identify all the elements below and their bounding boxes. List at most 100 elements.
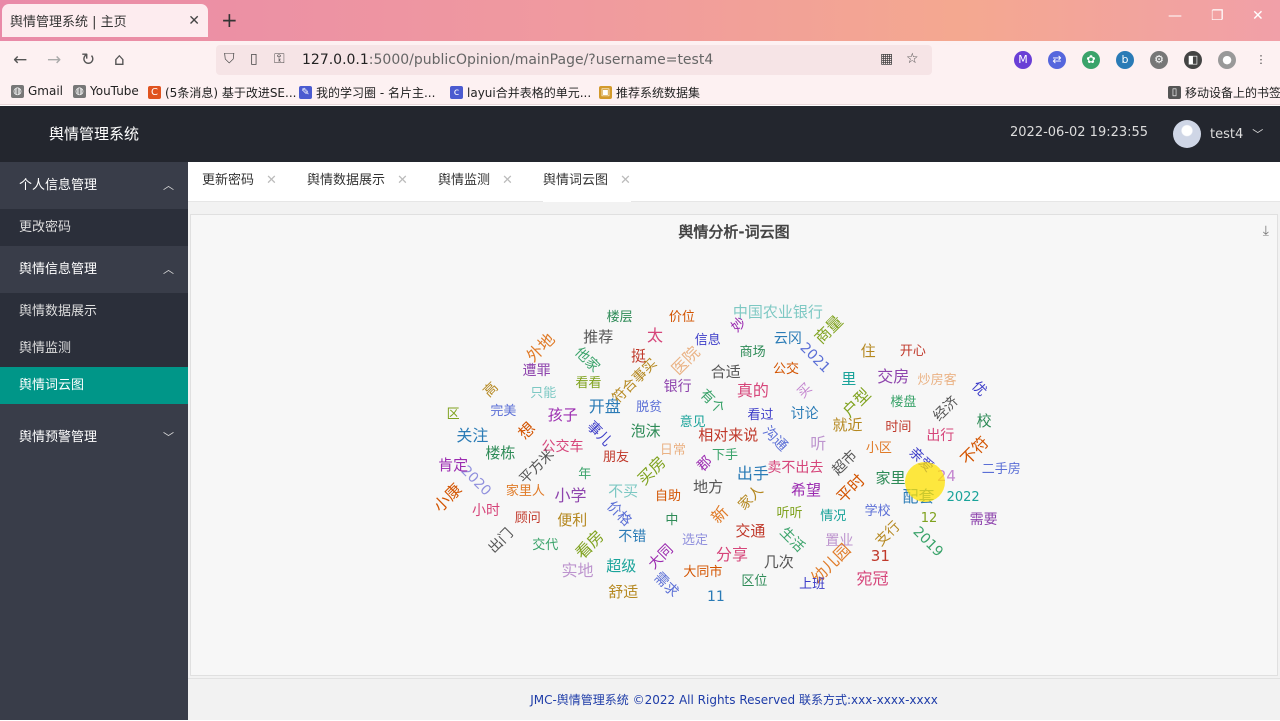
- bookmark-csdn[interactable]: C (5条消息) 基于改进SE...: [148, 84, 296, 101]
- word-17: 朋友: [602, 449, 629, 465]
- word-86: 住: [860, 342, 876, 361]
- profile-icon[interactable]: ●: [1218, 51, 1236, 69]
- chevron-down-icon: ﹀: [1252, 128, 1264, 141]
- extension-m-icon[interactable]: M: [1014, 51, 1032, 69]
- sidebar-group-opinion[interactable]: 舆情信息管理 ︿: [0, 246, 188, 293]
- word-88: 遭罪: [522, 363, 551, 380]
- word-30: 年: [578, 466, 592, 482]
- sidebar-item-data-display[interactable]: 舆情数据展示: [0, 293, 188, 330]
- word-3: 出手: [736, 463, 769, 483]
- word-69: 看房: [571, 526, 608, 563]
- bookmark-dataset[interactable]: ▣ 推荐系统数据集: [599, 84, 700, 101]
- minimize-icon[interactable]: —: [1168, 8, 1182, 24]
- word-75: 他家: [571, 344, 603, 376]
- sidebar-item-wordcloud[interactable]: 舆情词云图: [0, 367, 188, 404]
- restore-icon[interactable]: ❐: [1211, 8, 1224, 24]
- word-93: 关注: [456, 426, 489, 446]
- word-13: 听: [810, 434, 827, 454]
- menu-dots-icon[interactable]: ⋮: [1252, 51, 1270, 69]
- tab-data-display[interactable]: 舆情数据展示 ✕: [307, 162, 408, 202]
- word-18: 讨论: [790, 406, 819, 423]
- tab-monitor[interactable]: 舆情监测 ✕: [438, 162, 513, 202]
- tab-wordcloud[interactable]: 舆情词云图 ✕: [543, 162, 631, 202]
- tab-label: 舆情监测: [438, 173, 491, 188]
- chart-title: 舆情分析-词云图: [678, 223, 790, 241]
- close-icon[interactable]: ✕: [502, 173, 513, 188]
- close-icon[interactable]: ✕: [397, 173, 408, 188]
- word-23: 真的: [736, 380, 769, 400]
- username: test4: [1210, 126, 1244, 142]
- bookmark-label: Gmail: [28, 84, 64, 98]
- word-57: 商场: [739, 345, 766, 361]
- bookmark-label: (5条消息) 基于改进SE...: [165, 86, 297, 100]
- close-icon[interactable]: ✕: [266, 173, 277, 188]
- word-51: 平方米: [516, 446, 558, 488]
- word-96: 推荐: [583, 328, 614, 347]
- word-66: 几次: [763, 553, 794, 572]
- star-icon[interactable]: ☆: [906, 51, 919, 67]
- word-36: 合适: [710, 363, 741, 382]
- word-64: 家里人: [505, 484, 545, 500]
- word-81: 经济: [930, 393, 962, 425]
- url-field[interactable]: ⛉ ▯ ⚿ 127.0.0.1:5000/publicOpinion/mainP…: [216, 45, 932, 75]
- extension-puzzle-icon[interactable]: ◧: [1184, 51, 1202, 69]
- bookmark-gmail[interactable]: ◍ Gmail: [11, 84, 63, 98]
- word-110: 二手房: [981, 462, 1021, 478]
- word-52: 里: [841, 370, 857, 389]
- word-20: 脱贫: [636, 400, 663, 416]
- word-61: 大同: [645, 541, 677, 573]
- extension-gear-icon[interactable]: ⚙: [1150, 51, 1168, 69]
- word-82: 超级: [606, 557, 637, 576]
- bookmark-label: 我的学习圈 - 名片主...: [316, 86, 436, 100]
- brand-title: 舆情管理系统: [0, 106, 188, 162]
- word-103: 实地: [561, 561, 594, 581]
- tab-close-icon[interactable]: ✕: [188, 13, 200, 29]
- extension-sync-icon[interactable]: ⇄: [1048, 51, 1066, 69]
- extension-b-icon[interactable]: b: [1116, 51, 1134, 69]
- home-icon[interactable]: ⌂: [114, 50, 125, 70]
- chevron-up-icon: ︿: [163, 179, 174, 192]
- word-115: 优: [968, 378, 990, 400]
- close-icon[interactable]: ✕: [620, 173, 631, 188]
- word-5: 沟通: [759, 423, 791, 455]
- folder-icon: ▯: [1168, 86, 1181, 99]
- url-host: 127.0.0.1: [302, 52, 369, 68]
- bookmark-youtube[interactable]: ◍ YouTube: [73, 84, 139, 98]
- qr-code-icon[interactable]: ▦: [880, 51, 893, 67]
- word-112: 中国农业银行: [732, 303, 823, 322]
- sidebar-item-monitor[interactable]: 舆情监测: [0, 330, 188, 367]
- word-48: 不错: [618, 528, 647, 545]
- word-117: 楼层: [606, 309, 633, 325]
- forward-icon[interactable]: →: [47, 50, 61, 70]
- word-56: 便利: [557, 510, 588, 529]
- word-22: 不买: [608, 482, 639, 501]
- word-78: 云冈: [773, 330, 802, 347]
- browser-tab-active[interactable]: 舆情管理系统 | 主页 ✕: [2, 4, 208, 37]
- bookmark-layui[interactable]: c layui合并表格的单元...: [450, 84, 591, 101]
- tab-label: 更新密码: [202, 173, 255, 188]
- download-icon[interactable]: ⤓: [1263, 223, 1269, 239]
- word-2: 相对来说: [698, 426, 759, 445]
- footer: JMC-舆情管理系统 ©2022 All Rights Reserved 联系方…: [188, 678, 1280, 720]
- word-31: 买: [794, 380, 816, 402]
- reload-icon[interactable]: ↻: [81, 50, 95, 70]
- word-60: 楼盘: [890, 395, 917, 411]
- word-92: 31: [870, 547, 890, 566]
- bookmark-study[interactable]: ✎ 我的学习圈 - 名片主...: [299, 84, 435, 101]
- mobile-bookmarks[interactable]: ▯ 移动设备上的书签: [1168, 84, 1280, 101]
- sidebar-item-change-password[interactable]: 更改密码: [0, 209, 188, 246]
- chevron-down-icon: ﹀: [163, 431, 174, 444]
- user-menu[interactable]: test4 ﹀: [1173, 120, 1263, 148]
- word-118: 需要: [969, 512, 998, 528]
- extension-leaf-icon[interactable]: ✿: [1082, 51, 1100, 69]
- tab-update-password[interactable]: 更新密码 ✕: [202, 162, 277, 202]
- sidebar-group-warning[interactable]: 舆情预警管理 ﹀: [0, 414, 188, 461]
- word-107: 开心: [899, 344, 926, 360]
- word-43: 小学: [554, 485, 587, 505]
- window-close-icon[interactable]: ✕: [1252, 8, 1264, 24]
- new-tab-button[interactable]: +: [221, 8, 238, 32]
- word-11: 家人: [735, 482, 767, 514]
- back-icon[interactable]: ←: [13, 50, 27, 70]
- word-97: 2022: [946, 489, 980, 505]
- sidebar-group-personal[interactable]: 个人信息管理 ︿: [0, 162, 188, 209]
